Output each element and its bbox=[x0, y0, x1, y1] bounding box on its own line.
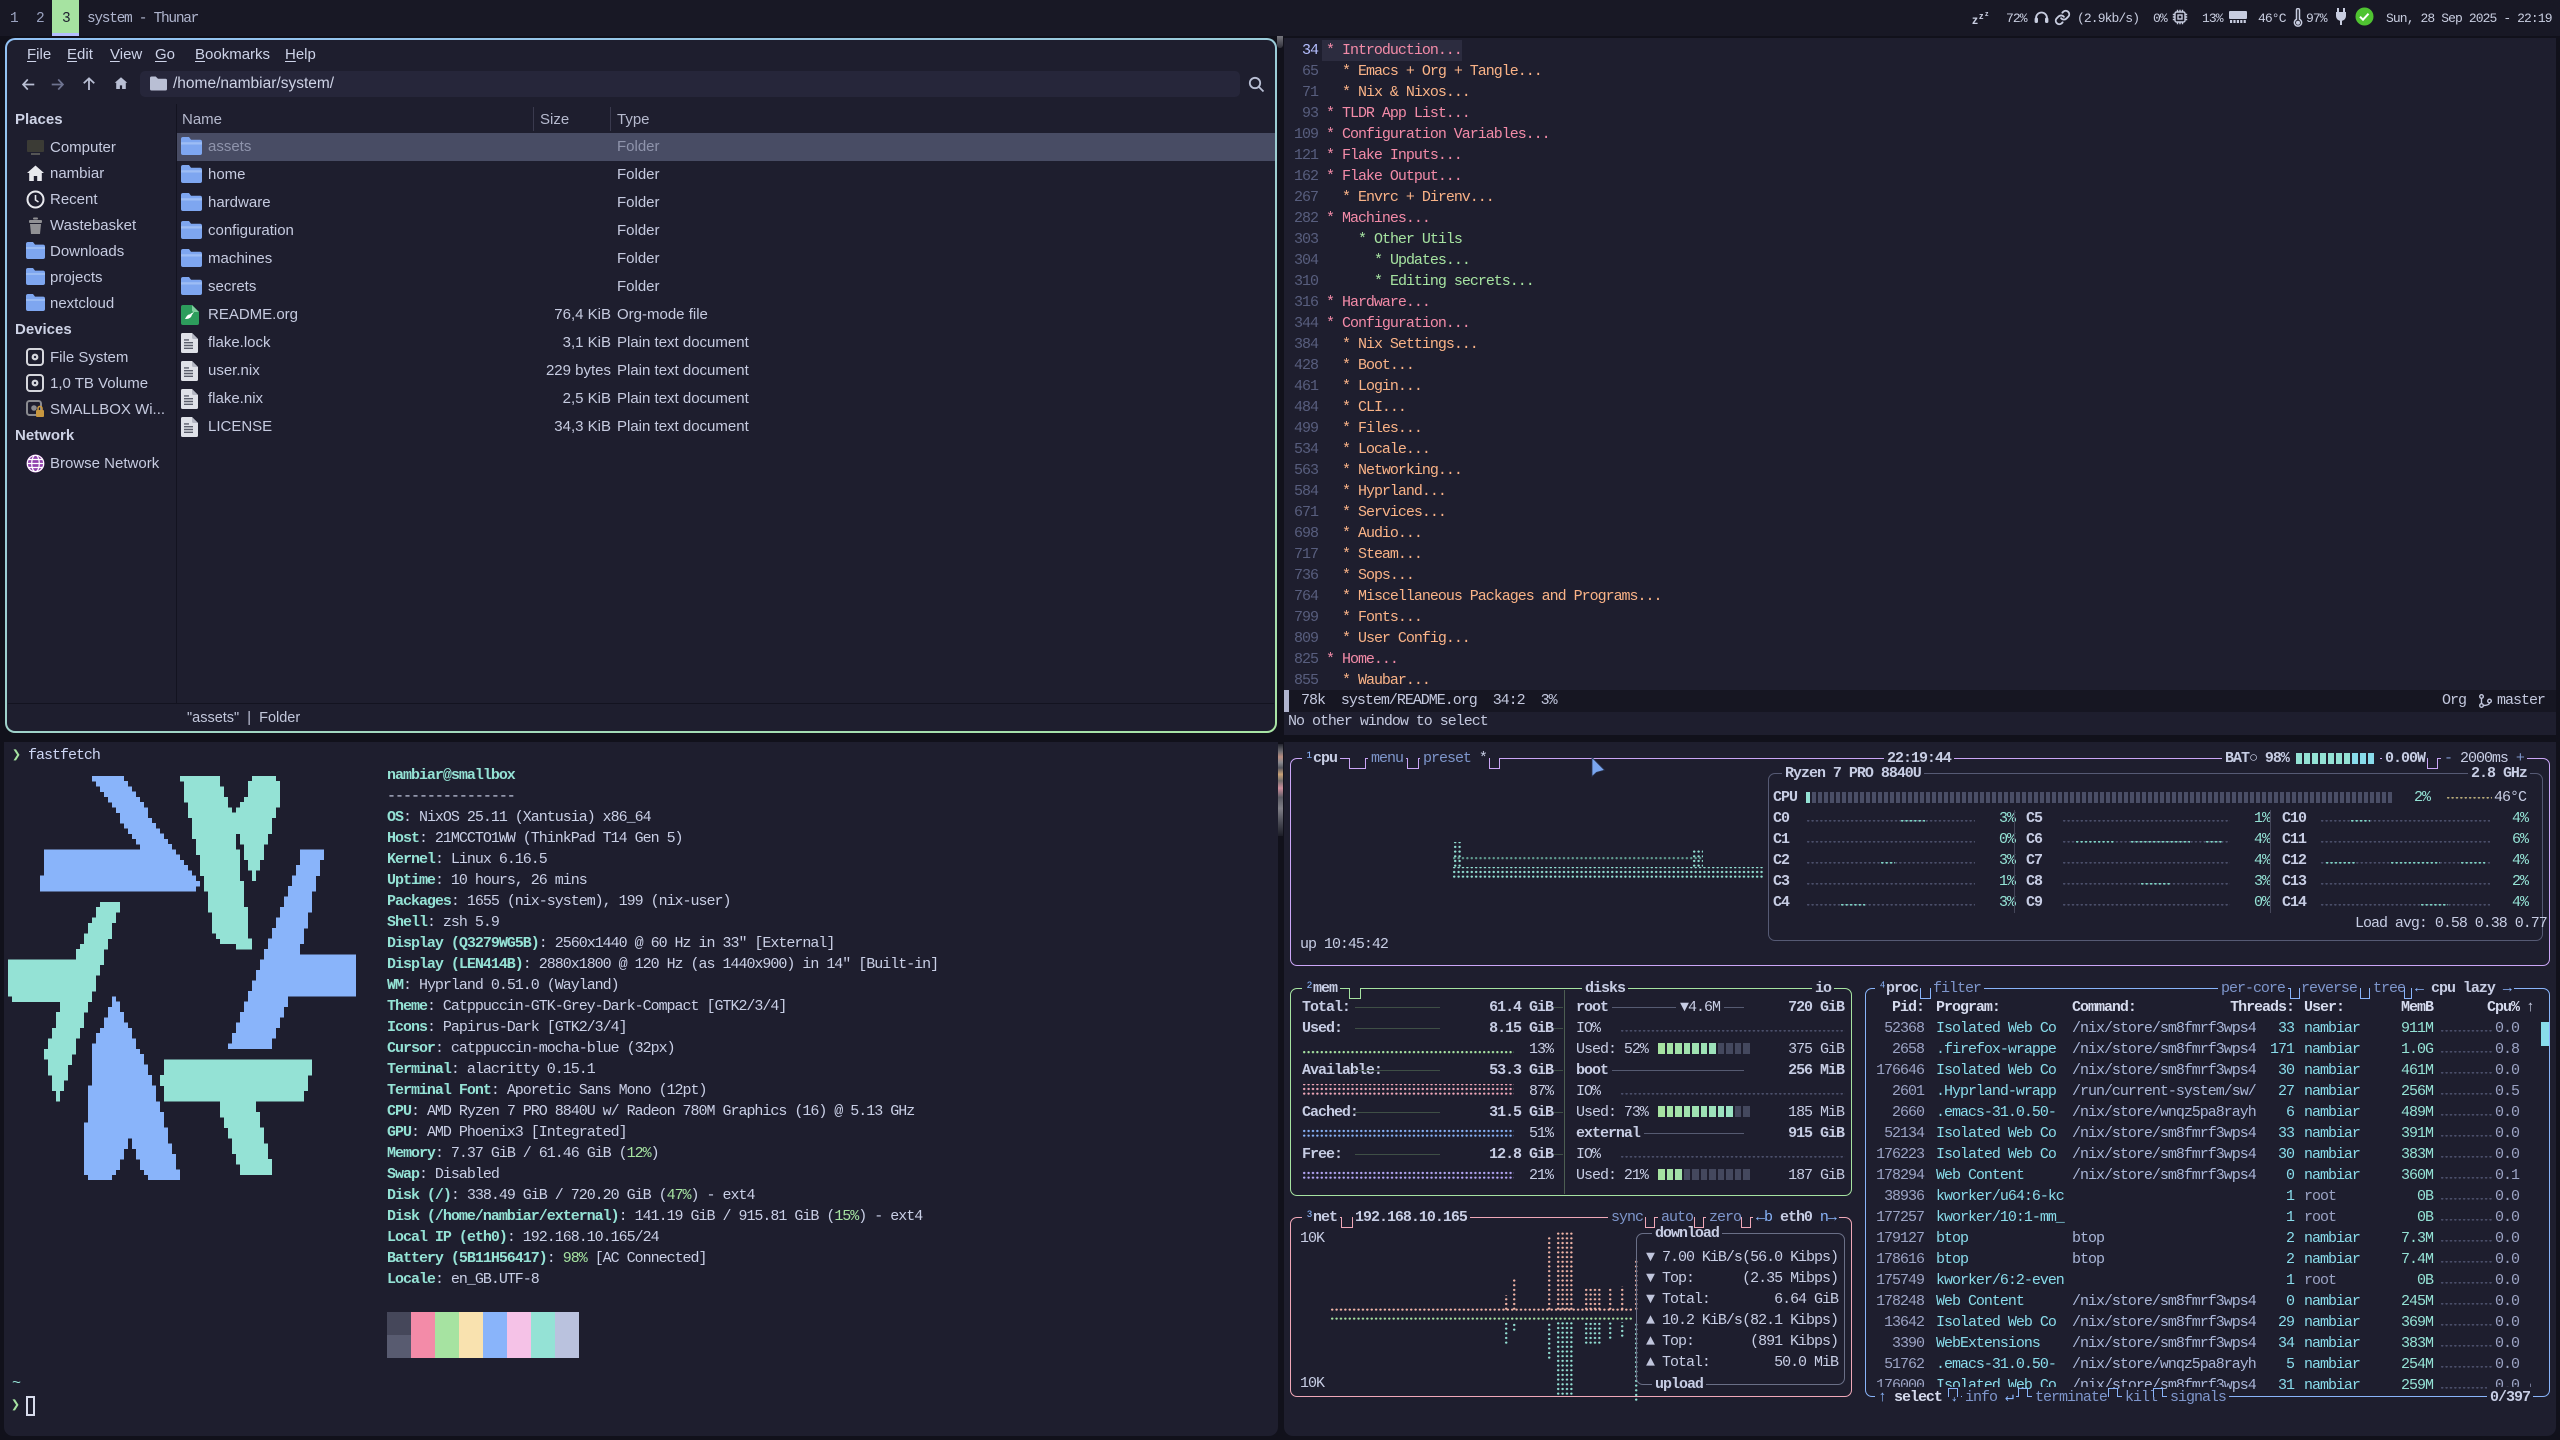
svg-text:z: z bbox=[1972, 13, 1978, 26]
svg-text:z: z bbox=[1979, 11, 1984, 21]
svg-text:z: z bbox=[1985, 11, 1989, 18]
